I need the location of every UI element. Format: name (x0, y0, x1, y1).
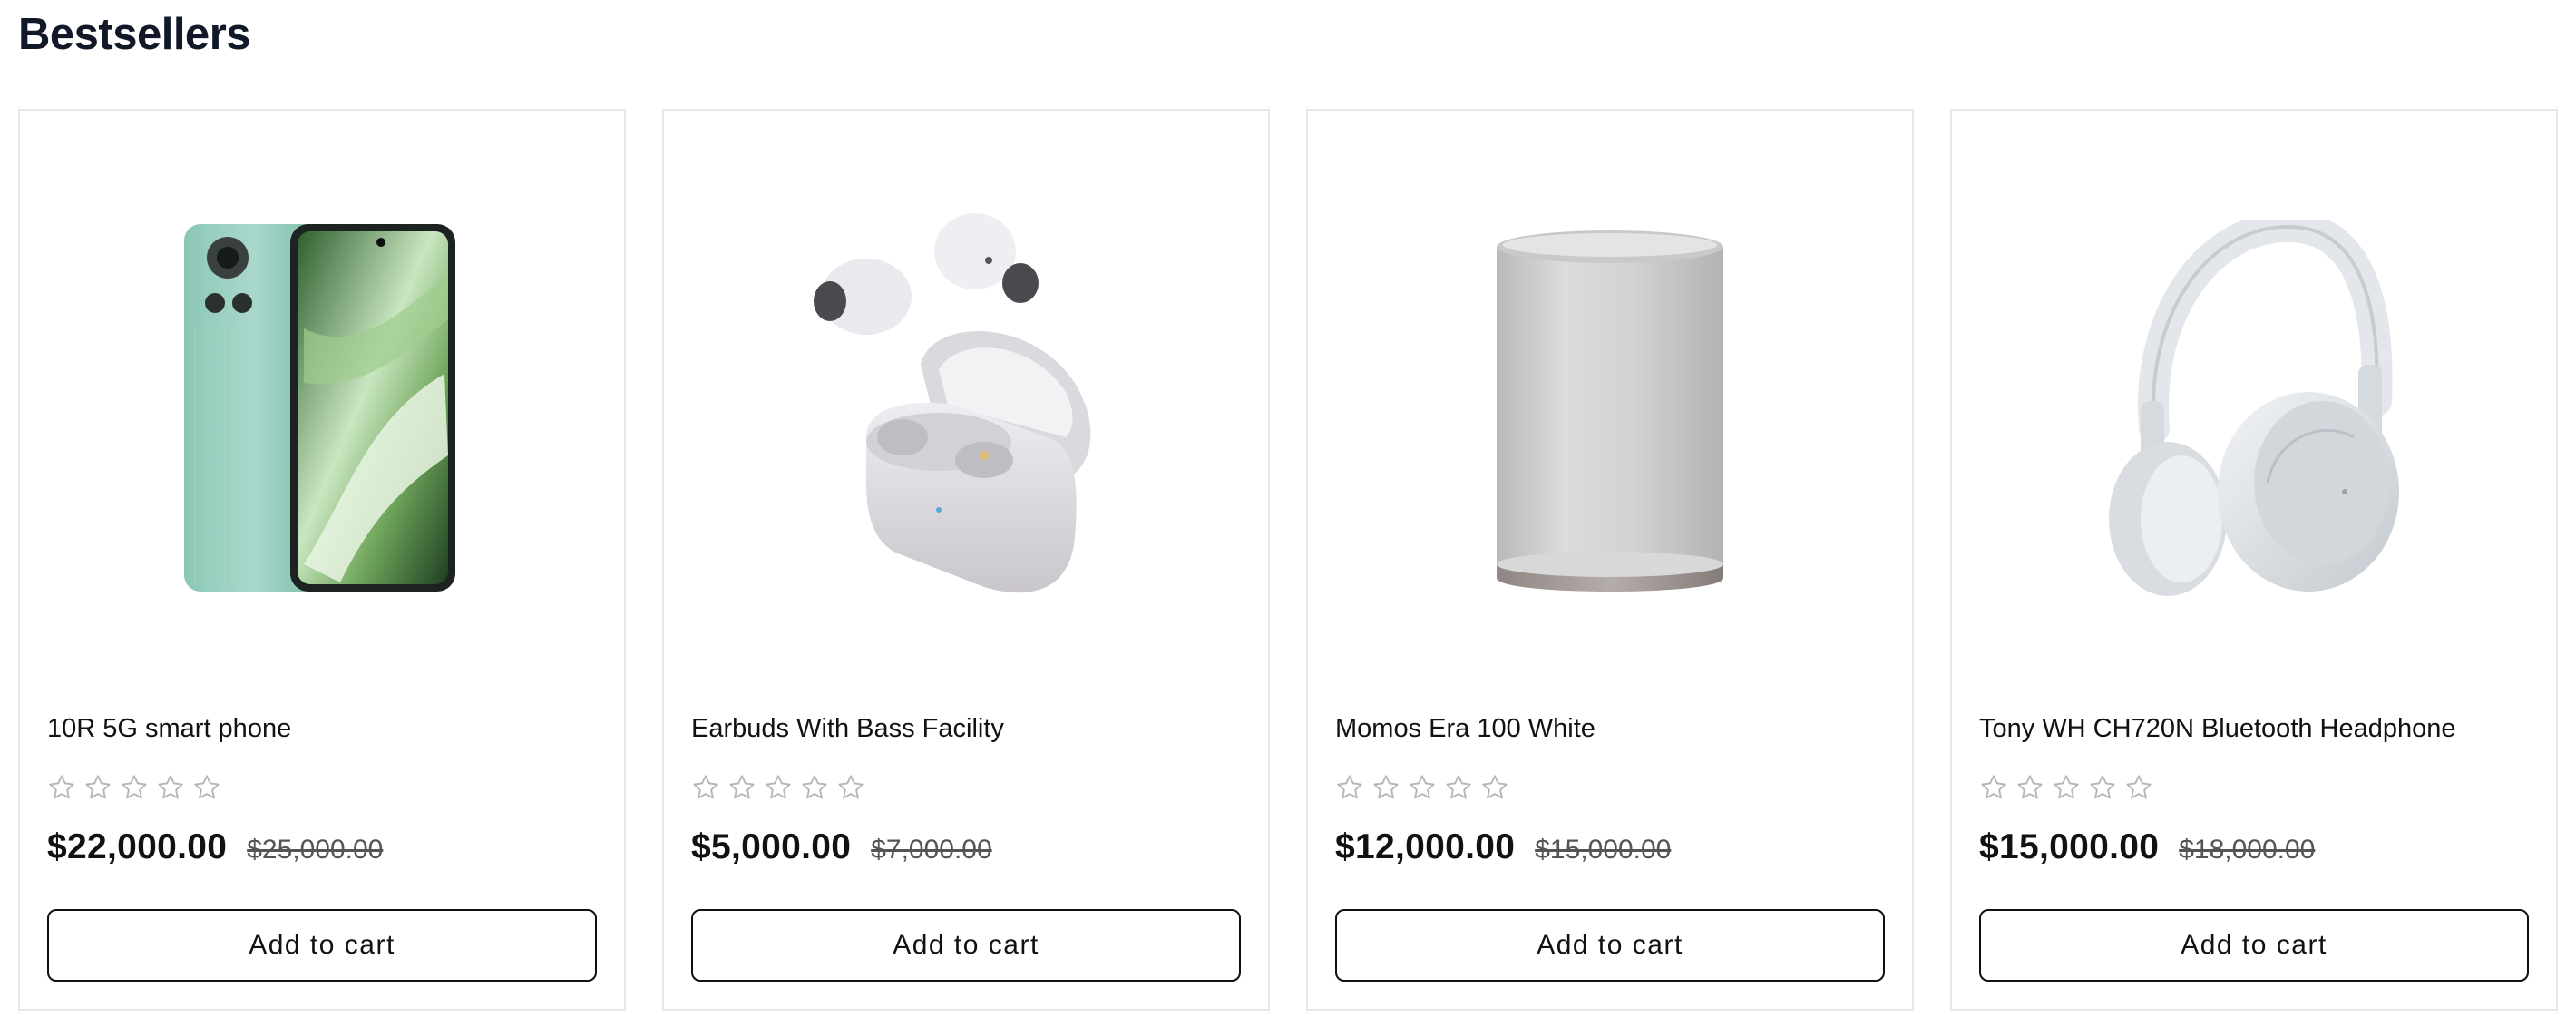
star-outline-icon (729, 775, 755, 799)
price-row: $12,000.00 $15,000.00 (1335, 827, 1671, 867)
product-name[interactable]: 10R 5G smart phone (47, 714, 291, 744)
star-outline-icon (122, 775, 147, 799)
product-image[interactable] (1952, 165, 2556, 655)
add-to-cart-button[interactable]: Add to cart (1979, 909, 2529, 982)
product-name[interactable]: Earbuds With Bass Facility (691, 714, 1004, 744)
star-rating (691, 773, 865, 802)
price-row: $5,000.00 $7,000.00 (691, 827, 992, 867)
star-outline-icon (2090, 775, 2115, 799)
star-outline-icon (802, 775, 827, 799)
product-image[interactable] (20, 165, 624, 655)
star-rating (47, 773, 221, 802)
add-to-cart-button[interactable]: Add to cart (1335, 909, 1885, 982)
star-outline-icon (838, 775, 864, 799)
star-outline-icon (1373, 775, 1399, 799)
earbuds-image (814, 213, 1091, 593)
original-price: $15,000.00 (1535, 835, 1672, 865)
star-outline-icon (1482, 775, 1508, 799)
price-row: $22,000.00 $25,000.00 (47, 827, 383, 867)
star-rating (1979, 773, 2153, 802)
star-outline-icon (766, 775, 791, 799)
star-outline-icon (1410, 775, 1435, 799)
star-outline-icon (693, 775, 718, 799)
price-row: $15,000.00 $18,000.00 (1979, 827, 2315, 867)
product-card[interactable]: 10R 5G smart phone $22,000.00 $25,000.00… (18, 109, 626, 1011)
product-card[interactable]: Tony WH CH720N Bluetooth Headphone $15,0… (1950, 109, 2558, 1011)
original-price: $7,000.00 (871, 835, 992, 865)
speaker-image (1497, 230, 1723, 592)
product-card[interactable]: Momos Era 100 White $12,000.00 $15,000.0… (1306, 109, 1914, 1011)
add-to-cart-button[interactable]: Add to cart (691, 909, 1241, 982)
product-image[interactable] (664, 165, 1268, 655)
product-image[interactable] (1308, 165, 1912, 655)
star-outline-icon (2017, 775, 2043, 799)
star-rating (1335, 773, 1509, 802)
star-outline-icon (1981, 775, 2006, 799)
add-to-cart-button[interactable]: Add to cart (47, 909, 597, 982)
product-name[interactable]: Momos Era 100 White (1335, 714, 1595, 744)
original-price: $25,000.00 (247, 835, 384, 865)
star-outline-icon (2054, 775, 2079, 799)
section-title: Bestsellers (18, 10, 251, 59)
sale-price: $12,000.00 (1335, 827, 1516, 866)
star-outline-icon (1446, 775, 1471, 799)
star-outline-icon (194, 775, 220, 799)
product-name[interactable]: Tony WH CH720N Bluetooth Headphone (1979, 714, 2456, 744)
star-outline-icon (49, 775, 74, 799)
star-outline-icon (2126, 775, 2152, 799)
product-grid: 10R 5G smart phone $22,000.00 $25,000.00… (18, 109, 2559, 1011)
star-outline-icon (1337, 775, 1362, 799)
sale-price: $15,000.00 (1979, 827, 2160, 866)
smartphone-image (184, 224, 455, 592)
original-price: $18,000.00 (2179, 835, 2316, 865)
sale-price: $5,000.00 (691, 827, 852, 866)
star-outline-icon (158, 775, 183, 799)
headphones-image (2109, 220, 2399, 596)
star-outline-icon (85, 775, 111, 799)
sale-price: $22,000.00 (47, 827, 228, 866)
product-card[interactable]: Earbuds With Bass Facility $5,000.00 $7,… (662, 109, 1270, 1011)
